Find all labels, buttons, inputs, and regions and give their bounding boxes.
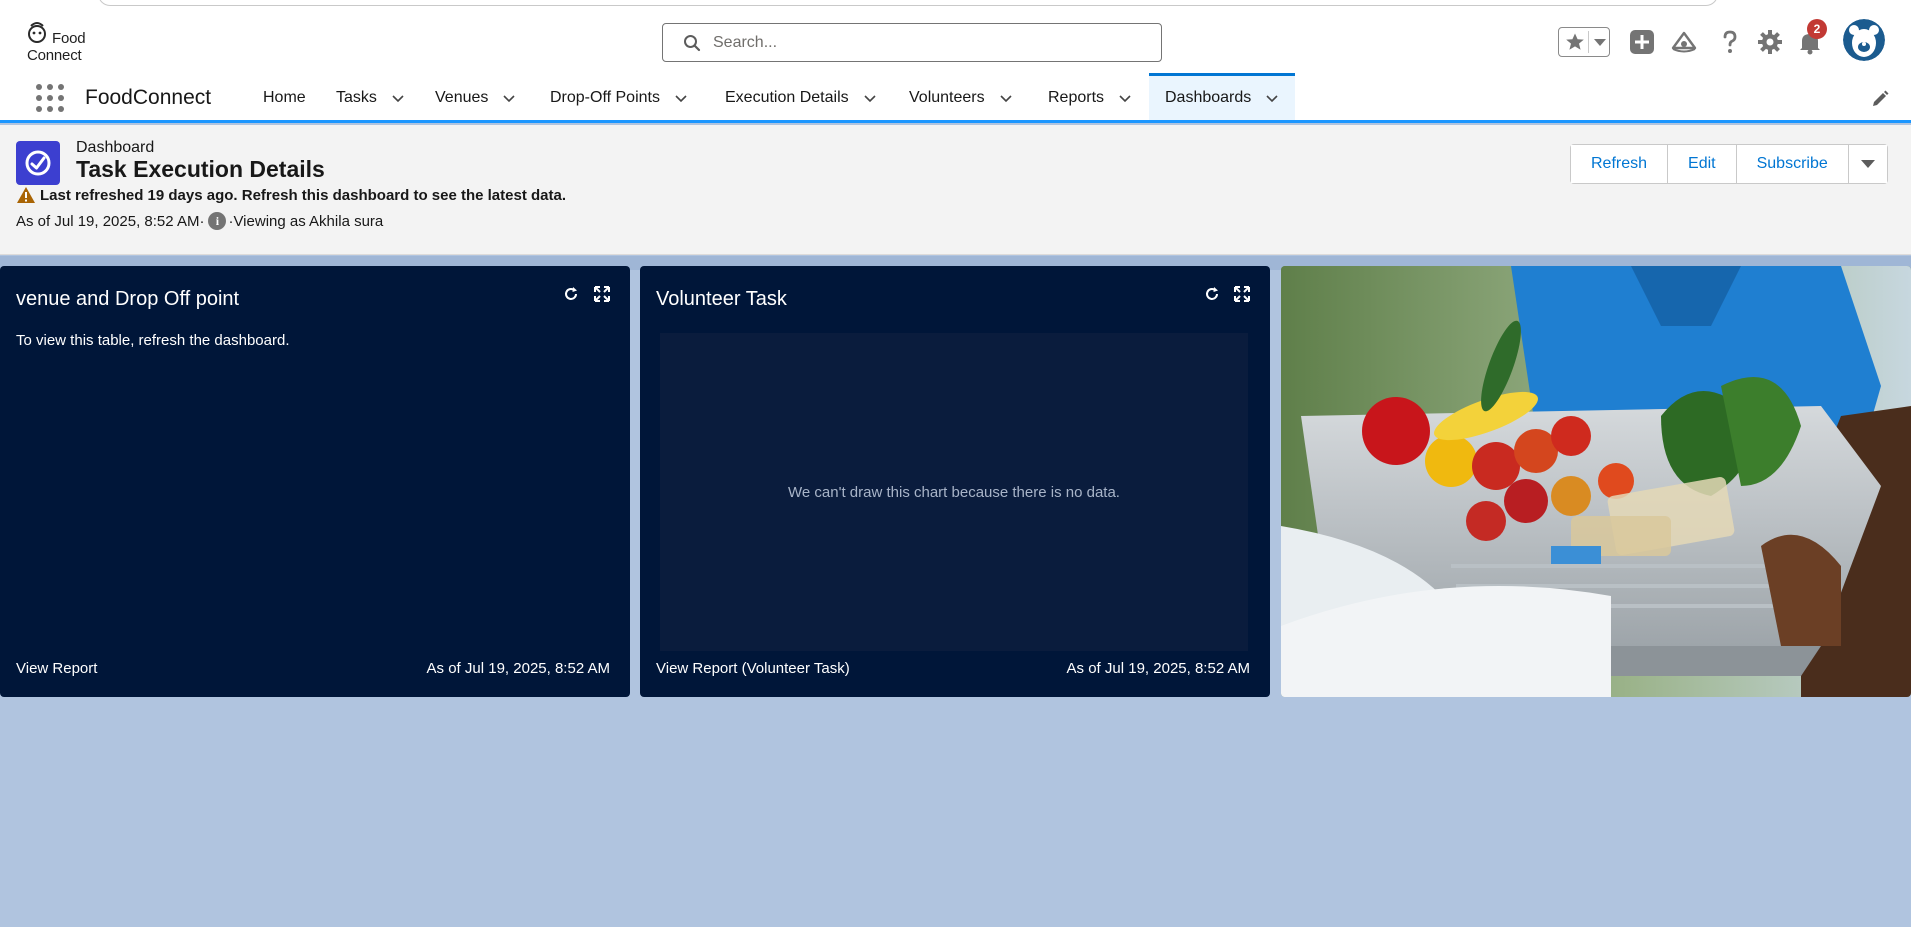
app-navigation: FoodConnect Home Tasks Venues Drop-Off P… (0, 73, 1911, 123)
logo-icon (28, 22, 46, 43)
view-report-link[interactable]: View Report (16, 660, 97, 677)
add-icon[interactable] (1628, 28, 1656, 56)
widget-volunteer-task: Volunteer Task We can't draw this chart … (640, 266, 1270, 697)
view-report-link[interactable]: View Report (Volunteer Task) (656, 660, 850, 677)
chevron-down-icon[interactable] (502, 91, 516, 105)
dashboard-icon (16, 141, 60, 185)
refresh-icon[interactable] (1204, 286, 1220, 302)
search-input[interactable] (713, 33, 1133, 52)
nav-item-volunteers[interactable]: Volunteers (909, 76, 1013, 120)
gear-icon[interactable] (1756, 28, 1784, 56)
chevron-down-icon[interactable] (863, 91, 877, 105)
expand-icon[interactable] (594, 286, 610, 302)
viewing-as: ·Viewing as Akhila sura (228, 212, 384, 230)
global-search[interactable] (662, 23, 1162, 62)
chevron-down-icon (1860, 160, 1875, 168)
refresh-button[interactable]: Refresh (1571, 145, 1669, 183)
widget-title: venue and Drop Off point (16, 288, 240, 310)
widget-venue-drop-off: venue and Drop Off point To view this ta… (0, 266, 630, 697)
app-launcher-icon[interactable] (36, 84, 66, 114)
nav-item-label: Dashboards (1165, 89, 1252, 106)
nav-item-label: Venues (435, 89, 489, 106)
chevron-down-icon[interactable] (391, 91, 405, 105)
logo-text-line2: Connect (27, 47, 82, 64)
nav-item-venues[interactable]: Venues (435, 76, 516, 120)
app-logo[interactable]: Food Connect (26, 20, 96, 64)
dashboard-meta: As of Jul 19, 2025, 8:52 AM· i ·Viewing … (16, 212, 383, 230)
nav-item-label: Volunteers (909, 89, 985, 106)
logo-text-line1: Food (52, 30, 86, 47)
chevron-down-icon[interactable] (999, 91, 1013, 105)
widget-timestamp: As of Jul 19, 2025, 8:52 AM (426, 660, 610, 677)
widget-message: To view this table, refresh the dashboar… (16, 332, 290, 349)
chevron-down-icon[interactable] (1118, 91, 1132, 105)
help-icon[interactable] (1716, 28, 1744, 56)
global-header: Food Connect Search... 2 (0, 0, 1911, 76)
chevron-down-icon[interactable] (1265, 91, 1279, 105)
expand-icon[interactable] (1234, 286, 1250, 302)
nav-item-reports[interactable]: Reports (1048, 76, 1132, 120)
warning-text: Last refreshed 19 days ago. Refresh this… (40, 186, 567, 204)
refresh-warning: Last refreshed 19 days ago. Refresh this… (16, 186, 566, 204)
warning-icon (17, 187, 35, 203)
as-of-timestamp: As of Jul 19, 2025, 8:52 AM· (16, 212, 205, 230)
star-icon (1566, 33, 1584, 50)
notification-badge: 2 (1807, 19, 1827, 39)
nav-item-dashboards[interactable]: Dashboards (1149, 73, 1296, 120)
avatar[interactable] (1843, 19, 1885, 61)
pencil-icon[interactable] (1870, 89, 1890, 109)
dashboard-actions: Refresh Edit Subscribe (1570, 144, 1888, 184)
dashboard-header: Dashboard Task Execution Details Last re… (0, 125, 1911, 255)
nav-item-label: Reports (1048, 89, 1105, 106)
dashboard-type-label: Dashboard (76, 139, 155, 156)
nav-item-execution-details[interactable]: Execution Details (725, 76, 877, 120)
no-data-message: We can't draw this chart because there i… (788, 483, 1120, 501)
widget-timestamp: As of Jul 19, 2025, 8:52 AM (1066, 660, 1250, 677)
produce-box-image (1281, 266, 1911, 697)
nav-item-home[interactable]: Home (263, 76, 306, 120)
trailhead-icon[interactable] (1670, 28, 1698, 56)
info-icon[interactable]: i (208, 212, 227, 230)
nav-item-label: Drop-Off Points (550, 89, 660, 106)
favorites-button[interactable] (1558, 27, 1610, 57)
nav-item-tasks[interactable]: Tasks (336, 76, 405, 120)
search-icon (684, 34, 701, 51)
edit-button[interactable]: Edit (1668, 145, 1737, 183)
chevron-down-icon[interactable] (674, 91, 688, 105)
nav-item-label: Home (263, 89, 306, 106)
image-widget (1281, 266, 1911, 697)
subscribe-button[interactable]: Subscribe (1736, 145, 1849, 183)
nav-item-label: Execution Details (725, 89, 849, 106)
refresh-icon[interactable] (563, 286, 579, 302)
chevron-down-icon[interactable] (1594, 39, 1606, 46)
app-name: FoodConnect (85, 86, 212, 109)
favorites-separator (1588, 31, 1589, 53)
nav-item-drop-off-points[interactable]: Drop-Off Points (550, 76, 688, 120)
more-actions-button[interactable] (1848, 145, 1887, 183)
chart-empty-state: We can't draw this chart because there i… (660, 333, 1248, 651)
browser-edge (98, 0, 1718, 6)
page-title: Task Execution Details (76, 156, 325, 182)
nav-item-label: Tasks (336, 89, 377, 106)
widget-title: Volunteer Task (656, 288, 787, 310)
